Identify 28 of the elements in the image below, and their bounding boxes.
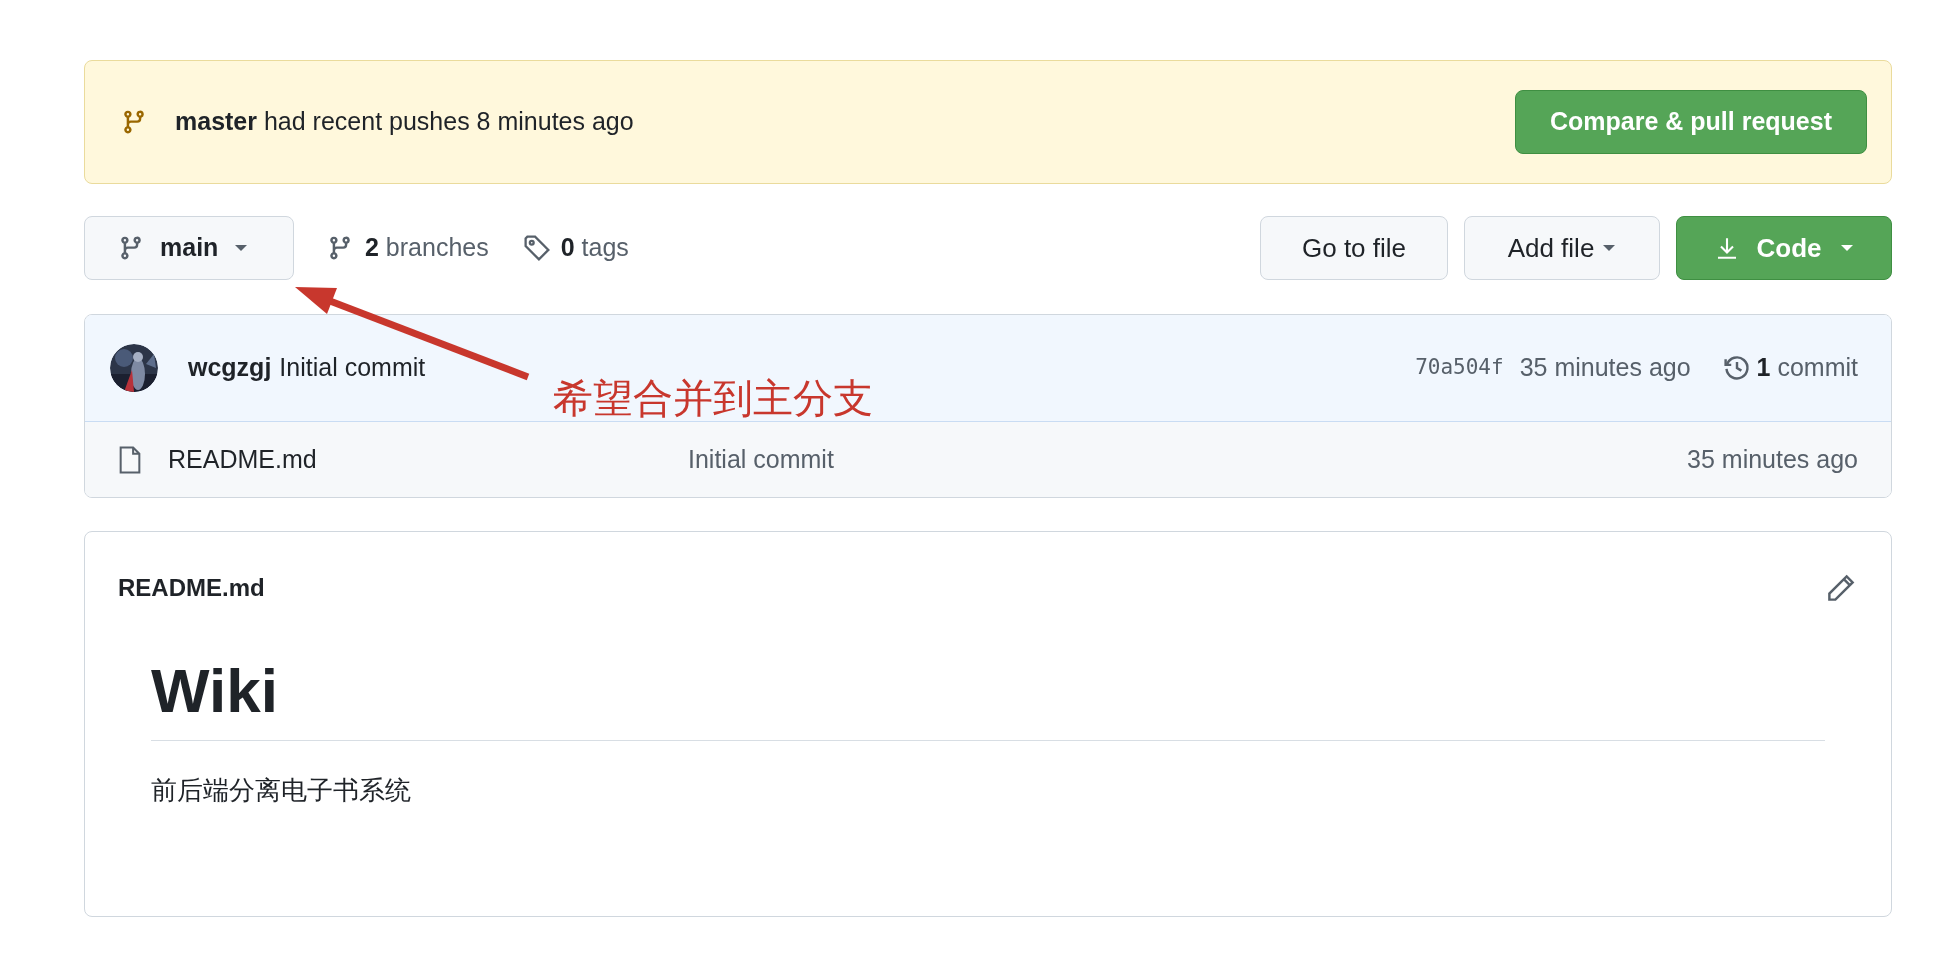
go-to-file-button[interactable]: Go to file [1260,216,1448,280]
tags-link[interactable]: 0 tags [522,229,629,267]
notice-text: master had recent pushes 8 minutes ago [175,106,634,138]
readme-heading: Wiki [151,654,1825,742]
file-commit-message[interactable]: Initial commit [688,440,834,479]
branch-icon [118,235,144,261]
tag-icon [522,234,551,262]
file-time: 35 minutes ago [1687,443,1858,475]
readme-filename[interactable]: README.md [118,570,265,606]
commit-time: 35 minutes ago [1519,352,1691,384]
file-icon [119,445,141,474]
pencil-icon[interactable] [1826,573,1856,603]
branch-icon [327,235,353,261]
add-file-button[interactable]: Add file [1464,216,1660,280]
caret-icon [1602,244,1617,252]
commit-message[interactable]: Initial commit [279,349,426,387]
commits-link[interactable]: 1 commit [1722,349,1858,387]
file-name-link[interactable]: README.md [168,440,688,479]
readme-paragraph: 前后端分离电子书系统 [151,774,412,808]
branch-select-button[interactable]: main [84,216,294,280]
history-icon [1722,354,1751,382]
branch-icon [121,109,147,135]
annotation-text: 希望合并到主分支 [553,374,873,423]
commit-sha[interactable]: 70a504f [1415,352,1504,384]
branches-link[interactable]: 2 branches [327,229,489,267]
commit-author[interactable]: wcgzgj [188,349,272,387]
caret-icon [234,244,249,252]
caret-icon [1839,244,1854,252]
